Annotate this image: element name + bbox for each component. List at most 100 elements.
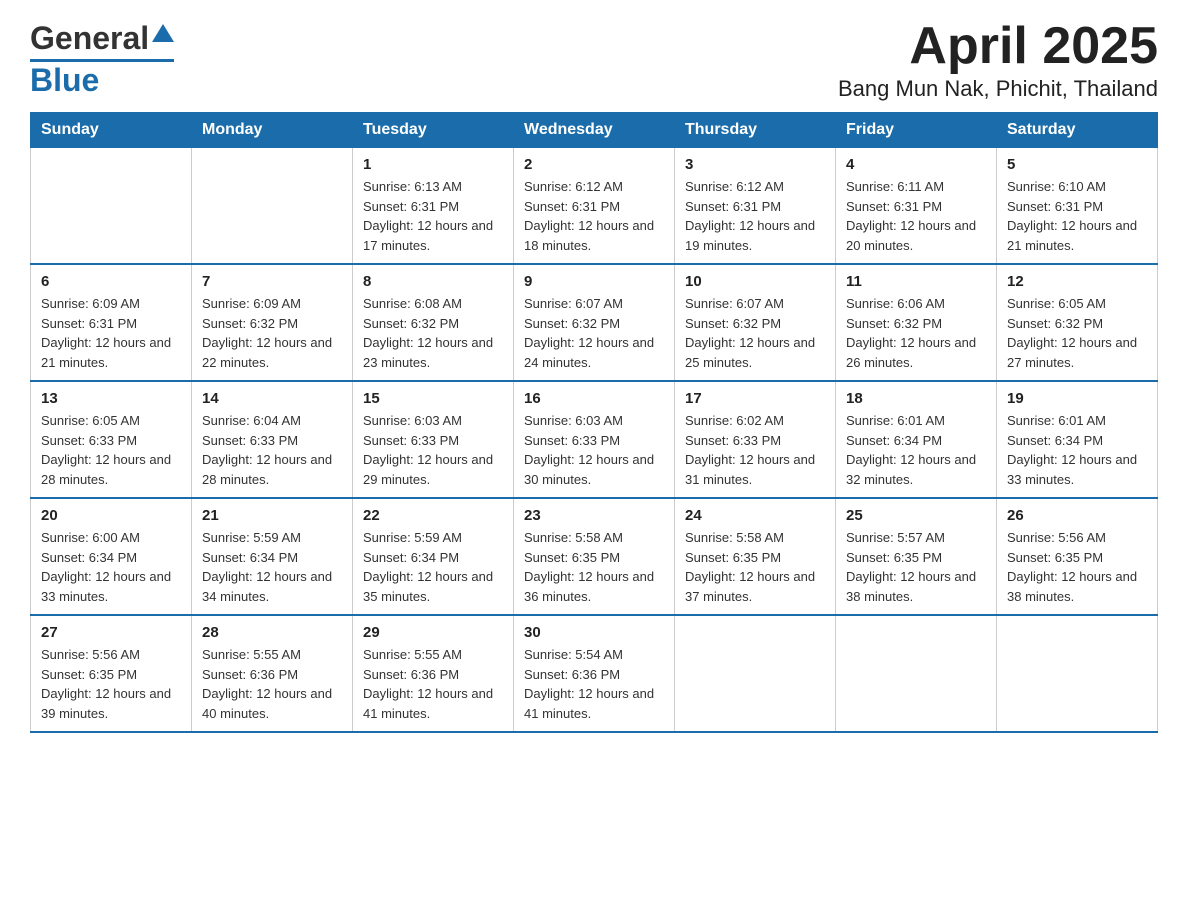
day-info: Sunrise: 6:10 AMSunset: 6:31 PMDaylight:… [1007,177,1147,255]
daylight-text: Daylight: 12 hours and 39 minutes. [41,684,181,723]
daylight-text: Daylight: 12 hours and 41 minutes. [524,684,664,723]
sunset-text: Sunset: 6:32 PM [524,314,664,334]
day-number: 22 [363,507,503,524]
day-number: 9 [524,273,664,290]
sunset-text: Sunset: 6:35 PM [846,548,986,568]
sunrise-text: Sunrise: 5:58 AM [524,528,664,548]
daylight-text: Daylight: 12 hours and 21 minutes. [41,333,181,372]
day-info: Sunrise: 6:11 AMSunset: 6:31 PMDaylight:… [846,177,986,255]
day-number: 30 [524,624,664,641]
calendar-header-tuesday: Tuesday [353,113,514,148]
day-number: 29 [363,624,503,641]
calendar-cell: 2Sunrise: 6:12 AMSunset: 6:31 PMDaylight… [514,148,675,265]
day-number: 13 [41,390,181,407]
logo: General Blue [30,20,174,99]
calendar-cell: 16Sunrise: 6:03 AMSunset: 6:33 PMDayligh… [514,381,675,498]
sunrise-text: Sunrise: 6:07 AM [685,294,825,314]
calendar-cell: 12Sunrise: 6:05 AMSunset: 6:32 PMDayligh… [997,264,1158,381]
sunrise-text: Sunrise: 6:05 AM [41,411,181,431]
logo-blue: Blue [30,62,99,99]
sunrise-text: Sunrise: 5:55 AM [202,645,342,665]
daylight-text: Daylight: 12 hours and 23 minutes. [363,333,503,372]
calendar-header-thursday: Thursday [675,113,836,148]
sunset-text: Sunset: 6:36 PM [363,665,503,685]
day-info: Sunrise: 6:02 AMSunset: 6:33 PMDaylight:… [685,411,825,489]
calendar-cell: 6Sunrise: 6:09 AMSunset: 6:31 PMDaylight… [31,264,192,381]
day-info: Sunrise: 6:00 AMSunset: 6:34 PMDaylight:… [41,528,181,606]
day-number: 18 [846,390,986,407]
day-info: Sunrise: 5:58 AMSunset: 6:35 PMDaylight:… [524,528,664,606]
day-number: 17 [685,390,825,407]
sunset-text: Sunset: 6:32 PM [363,314,503,334]
day-number: 26 [1007,507,1147,524]
sunrise-text: Sunrise: 6:06 AM [846,294,986,314]
daylight-text: Daylight: 12 hours and 33 minutes. [1007,450,1147,489]
daylight-text: Daylight: 12 hours and 17 minutes. [363,216,503,255]
sunset-text: Sunset: 6:31 PM [1007,197,1147,217]
day-info: Sunrise: 5:56 AMSunset: 6:35 PMDaylight:… [41,645,181,723]
calendar-cell: 25 Sunrise: 5:57 AMSunset: 6:35 PMDayligh… [836,498,997,615]
sunrise-text: Sunrise: 6:05 AM [1007,294,1147,314]
calendar-cell: 28Sunrise: 5:55 AMSunset: 6:36 PMDayligh… [192,615,353,732]
day-number: 8 [363,273,503,290]
calendar-cell: 24Sunrise: 5:58 AMSunset: 6:35 PMDayligh… [675,498,836,615]
sunset-text: Sunset: 6:33 PM [202,431,342,451]
sunrise-text: Sunrise: 6:02 AM [685,411,825,431]
sunrise-text: Sunrise: 5:58 AM [685,528,825,548]
day-info: Sunrise: 6:12 AMSunset: 6:31 PMDaylight:… [685,177,825,255]
daylight-text: Daylight: 12 hours and 40 minutes. [202,684,342,723]
day-info: Sunrise: 5:57 AMSunset: 6:35 PMDaylight:… [846,528,986,606]
calendar-cell: 4Sunrise: 6:11 AMSunset: 6:31 PMDaylight… [836,148,997,265]
day-info: Sunrise: 6:03 AMSunset: 6:33 PMDaylight:… [363,411,503,489]
calendar-week-5: 27Sunrise: 5:56 AMSunset: 6:35 PMDayligh… [31,615,1158,732]
calendar-cell: 26Sunrise: 5:56 AMSunset: 6:35 PMDayligh… [997,498,1158,615]
daylight-text: Daylight: 12 hours and 30 minutes. [524,450,664,489]
calendar-cell: 9 Sunrise: 6:07 AMSunset: 6:32 PMDaylight… [514,264,675,381]
logo-triangle-icon [152,24,174,42]
calendar-cell: 5Sunrise: 6:10 AMSunset: 6:31 PMDaylight… [997,148,1158,265]
day-number: 15 [363,390,503,407]
sunset-text: Sunset: 6:35 PM [1007,548,1147,568]
daylight-text: Daylight: 12 hours and 41 minutes. [363,684,503,723]
calendar-cell: 7Sunrise: 6:09 AMSunset: 6:32 PMDaylight… [192,264,353,381]
sunrise-text: Sunrise: 5:59 AM [202,528,342,548]
sunset-text: Sunset: 6:32 PM [685,314,825,334]
sunrise-text: Sunrise: 6:01 AM [1007,411,1147,431]
calendar-cell [997,615,1158,732]
sunrise-text: Sunrise: 6:07 AM [524,294,664,314]
day-info: Sunrise: 5:59 AMSunset: 6:34 PMDaylight:… [202,528,342,606]
sunset-text: Sunset: 6:34 PM [41,548,181,568]
sunrise-text: Sunrise: 5:59 AM [363,528,503,548]
daylight-text: Daylight: 12 hours and 29 minutes. [363,450,503,489]
day-number: 21 [202,507,342,524]
day-info: Sunrise: 6:09 AMSunset: 6:32 PMDaylight:… [202,294,342,372]
sunrise-text: Sunrise: 6:09 AM [202,294,342,314]
daylight-text: Daylight: 12 hours and 31 minutes. [685,450,825,489]
daylight-text: Daylight: 12 hours and 19 minutes. [685,216,825,255]
calendar-week-3: 13Sunrise: 6:05 AMSunset: 6:33 PMDayligh… [31,381,1158,498]
sunset-text: Sunset: 6:32 PM [202,314,342,334]
day-number: 25 [846,507,986,524]
daylight-text: Daylight: 12 hours and 21 minutes. [1007,216,1147,255]
daylight-text: Daylight: 12 hours and 35 minutes. [363,567,503,606]
calendar-header-wednesday: Wednesday [514,113,675,148]
calendar-cell: 10Sunrise: 6:07 AMSunset: 6:32 PMDayligh… [675,264,836,381]
sunset-text: Sunset: 6:36 PM [524,665,664,685]
sunset-text: Sunset: 6:32 PM [846,314,986,334]
day-number: 23 [524,507,664,524]
sunrise-text: Sunrise: 6:03 AM [363,411,503,431]
title-block: April 2025 Bang Mun Nak, Phichit, Thaila… [838,20,1158,102]
day-number: 11 [846,273,986,290]
calendar-cell: 15 Sunrise: 6:03 AMSunset: 6:33 PMDayligh… [353,381,514,498]
daylight-text: Daylight: 12 hours and 18 minutes. [524,216,664,255]
calendar-cell: 3Sunrise: 6:12 AMSunset: 6:31 PMDaylight… [675,148,836,265]
daylight-text: Daylight: 12 hours and 34 minutes. [202,567,342,606]
day-info: Sunrise: 6:12 AMSunset: 6:31 PMDaylight:… [524,177,664,255]
day-number: 28 [202,624,342,641]
day-info: Sunrise: 6:09 AMSunset: 6:31 PMDaylight:… [41,294,181,372]
sunrise-text: Sunrise: 5:56 AM [1007,528,1147,548]
day-info: Sunrise: 6:05 AMSunset: 6:33 PMDaylight:… [41,411,181,489]
day-info: Sunrise: 6:07 AMSunset: 6:32 PMDaylight:… [524,294,664,372]
day-info: Sunrise: 6:01 AMSunset: 6:34 PMDaylight:… [846,411,986,489]
daylight-text: Daylight: 12 hours and 25 minutes. [685,333,825,372]
